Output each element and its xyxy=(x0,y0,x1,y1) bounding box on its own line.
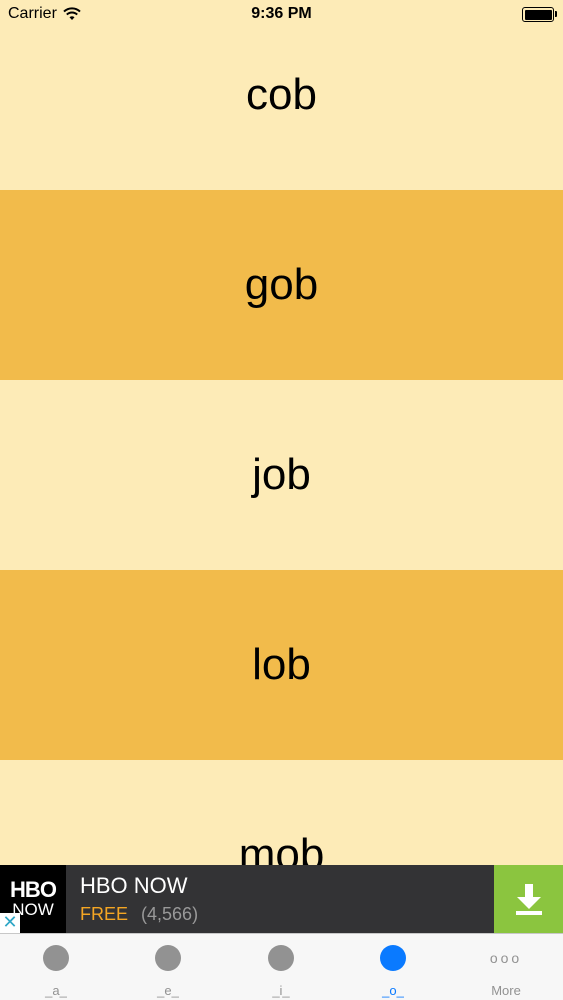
tab-a-label: _a_ xyxy=(45,983,67,998)
tab-a[interactable]: _a_ xyxy=(0,934,112,1000)
tab-e-icon xyxy=(155,945,181,971)
tab-a-icon xyxy=(43,945,69,971)
download-arrow-icon xyxy=(515,884,542,915)
battery-tip xyxy=(555,11,557,17)
word-label: lob xyxy=(252,640,311,689)
tab-i-label: _i_ xyxy=(272,983,290,998)
tab-i[interactable]: _i_ xyxy=(225,934,337,1000)
tab-i-icon xyxy=(268,945,294,971)
list-item-mob[interactable]: mob xyxy=(0,760,563,865)
word-label: cob xyxy=(246,70,317,119)
ad-subtitle: FREE (4,566) xyxy=(80,904,198,925)
status-bar: Carrier 9:36 PM xyxy=(0,0,563,30)
ad-rating-count: (4,566) xyxy=(141,904,199,924)
ad-title: HBO NOW xyxy=(80,873,188,898)
close-icon[interactable]: ✕ xyxy=(0,913,20,933)
battery-level xyxy=(524,9,552,20)
ad-price: FREE xyxy=(80,904,129,924)
tab-o-label: _o_ xyxy=(382,983,404,998)
tab-bar: _a_ _e_ _i_ _o_ ooo More xyxy=(0,933,563,1000)
tab-o-icon xyxy=(380,945,406,971)
clock: 9:36 PM xyxy=(251,5,312,22)
tab-o[interactable]: _o_ xyxy=(337,934,449,1000)
word-list: cob gob job lob mob xyxy=(0,0,563,865)
battery-icon xyxy=(522,7,554,22)
tab-more[interactable]: ooo More xyxy=(450,934,562,1000)
list-item-gob[interactable]: gob xyxy=(0,190,563,380)
tab-e-label: _e_ xyxy=(157,983,179,998)
download-button[interactable] xyxy=(494,865,563,933)
word-label: mob xyxy=(238,830,325,865)
tab-more-label: More xyxy=(491,983,521,998)
list-item-job[interactable]: job xyxy=(0,380,563,570)
word-label: gob xyxy=(244,260,319,309)
more-dots-icon: ooo xyxy=(489,950,523,966)
logo-top-text: HBO xyxy=(10,877,57,902)
list-item-lob[interactable]: lob xyxy=(0,570,563,760)
word-label: job xyxy=(252,450,311,499)
ad-banner[interactable]: HBO NOW ✕ HBO NOW FREE (4,566) xyxy=(0,865,563,933)
tab-e[interactable]: _e_ xyxy=(112,934,224,1000)
